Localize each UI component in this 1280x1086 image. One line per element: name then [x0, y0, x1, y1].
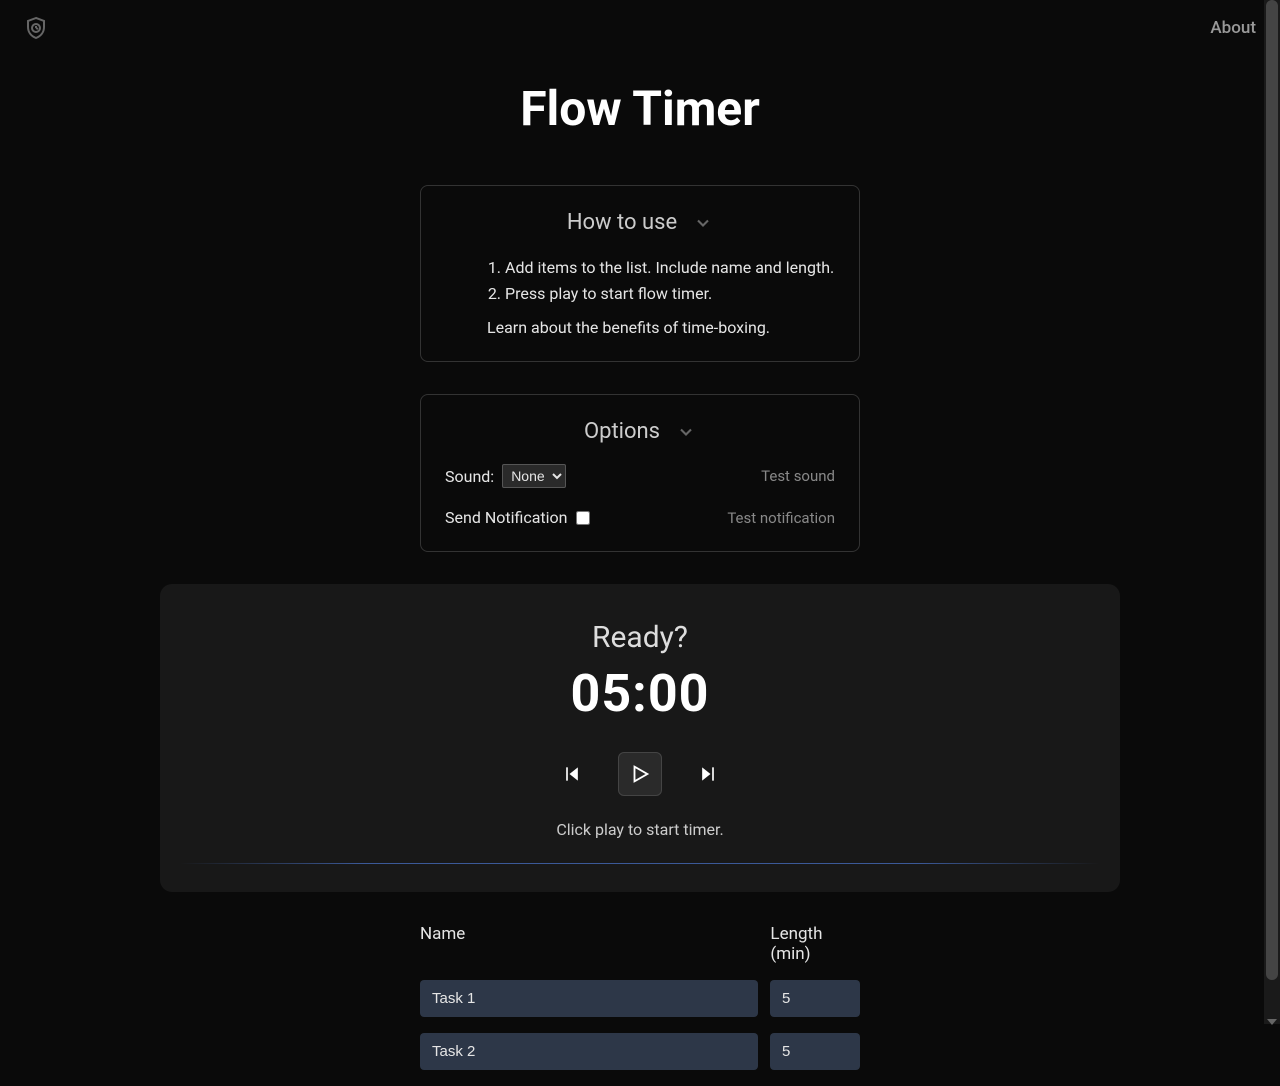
play-icon [629, 763, 651, 785]
skip-back-button[interactable] [554, 756, 590, 792]
how-to-use-card: How to use Add items to the list. Includ… [420, 185, 860, 362]
learn-more-link[interactable]: Learn about the benefits of time-boxing. [445, 318, 835, 337]
task-name-input[interactable] [420, 980, 758, 1017]
sound-label: Sound: [445, 467, 494, 486]
play-button[interactable] [618, 752, 662, 796]
about-link[interactable]: About [1210, 18, 1256, 38]
scroll-thumb[interactable] [1266, 0, 1278, 980]
skip-forward-icon [698, 764, 718, 784]
notification-label: Send Notification [445, 508, 568, 527]
task-list: Name Length (min) [420, 924, 860, 1070]
test-sound-link[interactable]: Test sound [761, 467, 835, 485]
task-length-input[interactable] [770, 980, 860, 1017]
test-notification-link[interactable]: Test notification [727, 509, 835, 527]
task-name-input[interactable] [420, 1033, 758, 1070]
divider [180, 863, 1100, 864]
notification-checkbox[interactable] [576, 511, 590, 525]
how-to-use-title: How to use [567, 210, 677, 235]
app-logo-icon [24, 16, 48, 40]
length-column-header: Length (min) [770, 924, 860, 964]
task-row [420, 1033, 860, 1070]
skip-forward-button[interactable] [690, 756, 726, 792]
options-title: Options [584, 419, 660, 444]
scrollbar[interactable] [1264, 0, 1280, 1024]
options-header[interactable]: Options [445, 419, 835, 444]
chevron-down-icon [676, 422, 696, 442]
sound-select[interactable]: None [502, 464, 566, 488]
task-row [420, 980, 860, 1017]
how-to-step: Add items to the list. Include name and … [505, 255, 835, 281]
how-to-step: Press play to start flow timer. [505, 281, 835, 307]
skip-back-icon [562, 764, 582, 784]
options-card: Options Sound: None Test sound Send Noti… [420, 394, 860, 552]
timer-hint: Click play to start timer. [160, 820, 1120, 839]
timer-display: 05:00 [160, 663, 1120, 724]
app-title: Flow Timer [0, 80, 1280, 137]
timer-panel: Ready? 05:00 [160, 584, 1120, 892]
timer-status: Ready? [160, 620, 1120, 655]
chevron-down-icon [693, 213, 713, 233]
task-length-input[interactable] [770, 1033, 860, 1070]
how-to-use-header[interactable]: How to use [445, 210, 835, 235]
name-column-header: Name [420, 924, 758, 964]
scroll-down-icon [1267, 1012, 1277, 1022]
